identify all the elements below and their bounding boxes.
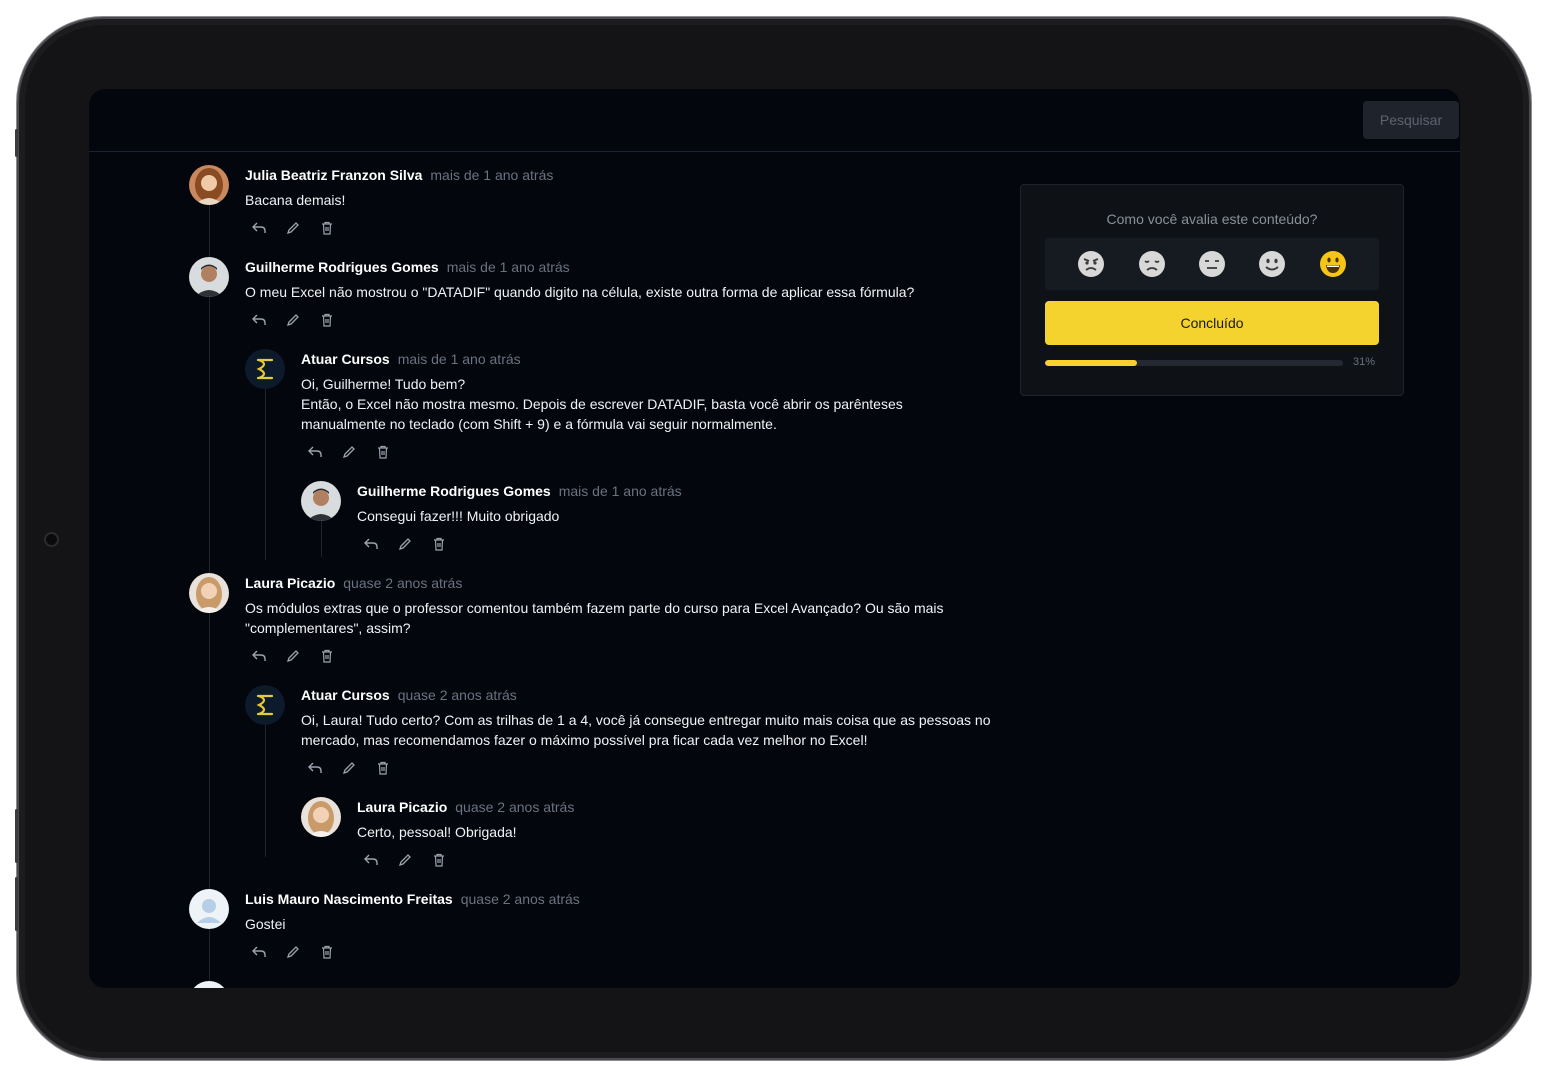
grin-face-icon[interactable] bbox=[1318, 249, 1348, 279]
photo-woman-icon bbox=[189, 165, 229, 205]
trash-icon[interactable] bbox=[375, 760, 391, 776]
comment-author[interactable]: Laura Picazio bbox=[357, 799, 447, 815]
avatar bbox=[189, 165, 229, 205]
thread-line bbox=[321, 517, 322, 557]
emoji-row bbox=[1045, 238, 1379, 290]
reply-icon[interactable] bbox=[307, 444, 323, 460]
comment-time: quase 2 anos atrás bbox=[343, 575, 463, 591]
comment-text: Certo, pessoal! Obrigada! bbox=[357, 824, 517, 840]
comment-author[interactable]: Laura Picazio bbox=[245, 575, 335, 591]
atuar-logo-icon bbox=[245, 685, 285, 725]
sad-face-icon[interactable] bbox=[1137, 249, 1167, 279]
avatar bbox=[189, 889, 229, 929]
comment-text: Gostei bbox=[245, 916, 286, 932]
progress-fill bbox=[1045, 360, 1138, 366]
reply-icon[interactable] bbox=[307, 760, 323, 776]
edit-icon[interactable] bbox=[285, 220, 301, 236]
comment-author[interactable]: Luis Mauro Nascimento Freitas bbox=[245, 891, 453, 907]
photo-man-icon bbox=[189, 257, 229, 297]
avatar bbox=[245, 685, 285, 725]
reply-icon[interactable] bbox=[251, 648, 267, 664]
edit-icon[interactable] bbox=[341, 444, 357, 460]
comment-author[interactable]: Atuar Cursos bbox=[301, 351, 390, 367]
reply-icon[interactable] bbox=[251, 312, 267, 328]
reply-icon[interactable] bbox=[363, 852, 379, 868]
edit-icon[interactable] bbox=[285, 944, 301, 960]
avatar bbox=[189, 257, 229, 297]
comment-time: mais de 1 ano atrás bbox=[397, 351, 521, 367]
comment-time: mais de 1 ano atrás bbox=[446, 259, 570, 275]
comment-text: Oi, Laura! Tudo certo? Com as trilhas de… bbox=[301, 712, 991, 748]
thread-line bbox=[265, 385, 266, 560]
angry-face-icon[interactable] bbox=[1076, 249, 1106, 279]
comment-author[interactable]: Julia Beatriz Franzon Silva bbox=[245, 167, 422, 183]
comment-text: Então, o Excel não mostra mesmo. Depois … bbox=[301, 396, 903, 432]
side-button bbox=[15, 129, 18, 157]
edit-icon[interactable] bbox=[397, 852, 413, 868]
progress-bar bbox=[1045, 360, 1343, 366]
trash-icon[interactable] bbox=[319, 648, 335, 664]
neutral-face-icon[interactable] bbox=[1197, 249, 1227, 279]
comment-author[interactable]: Guilherme Rodrigues Gomes bbox=[245, 259, 439, 275]
comment-time: quase 2 anos atrás bbox=[455, 799, 575, 815]
comment-time: mais de 1 ano atrás bbox=[430, 167, 554, 183]
concluido-button[interactable]: Concluído bbox=[1045, 301, 1379, 345]
comment-author[interactable]: Guilherme Rodrigues Gomes bbox=[357, 483, 551, 499]
default-user-icon bbox=[189, 889, 229, 929]
smile-face-icon[interactable] bbox=[1257, 249, 1287, 279]
trash-icon[interactable] bbox=[431, 536, 447, 552]
comment-author[interactable]: Atuar Cursos bbox=[301, 687, 390, 703]
photo-man-icon bbox=[301, 481, 341, 521]
trash-icon[interactable] bbox=[431, 852, 447, 868]
comment-time: quase 2 anos atrás bbox=[460, 891, 580, 907]
search-button[interactable]: Pesquisar bbox=[1363, 101, 1459, 139]
camera-icon bbox=[44, 532, 59, 547]
volume-button bbox=[15, 877, 18, 931]
comment-text: Os módulos extras que o professor coment… bbox=[245, 600, 944, 636]
trash-icon[interactable] bbox=[375, 444, 391, 460]
comment-text: Consegui fazer!!! Muito obrigado bbox=[357, 508, 560, 524]
avatar bbox=[189, 573, 229, 613]
comment-text: O meu Excel não mostrou o "DATADIF" quan… bbox=[245, 284, 915, 300]
volume-button bbox=[15, 809, 18, 863]
rating-card: Como você avalia este conteúdo? Concluíd… bbox=[1020, 184, 1404, 396]
reply-icon[interactable] bbox=[251, 220, 267, 236]
app-screen: Pesquisar Julia Beatriz Franzon Silva mai… bbox=[89, 89, 1460, 988]
avatar bbox=[189, 981, 229, 988]
avatar bbox=[245, 349, 285, 389]
reply-icon[interactable] bbox=[251, 944, 267, 960]
edit-icon[interactable] bbox=[397, 536, 413, 552]
comment-text: Oi, Guilherme! Tudo bem? bbox=[301, 376, 466, 392]
comment-time: mais de 1 ano atrás bbox=[558, 483, 682, 499]
comment-text: Bacana demais! bbox=[245, 192, 346, 208]
progress-label: 31% bbox=[1353, 356, 1376, 368]
rating-question: Como você avalia este conteúdo? bbox=[1106, 211, 1318, 227]
atuar-logo-icon bbox=[245, 349, 285, 389]
trash-icon[interactable] bbox=[319, 220, 335, 236]
reply-icon[interactable] bbox=[363, 536, 379, 552]
thread-line bbox=[265, 717, 266, 857]
avatar bbox=[301, 481, 341, 521]
avatar bbox=[301, 797, 341, 837]
photo-woman-icon bbox=[301, 797, 341, 837]
edit-icon[interactable] bbox=[285, 648, 301, 664]
edit-icon[interactable] bbox=[341, 760, 357, 776]
top-bar: Pesquisar bbox=[89, 89, 1460, 152]
trash-icon[interactable] bbox=[319, 944, 335, 960]
comment-time: quase 2 anos atrás bbox=[397, 687, 517, 703]
trash-icon[interactable] bbox=[319, 312, 335, 328]
photo-woman-icon bbox=[189, 573, 229, 613]
edit-icon[interactable] bbox=[285, 312, 301, 328]
